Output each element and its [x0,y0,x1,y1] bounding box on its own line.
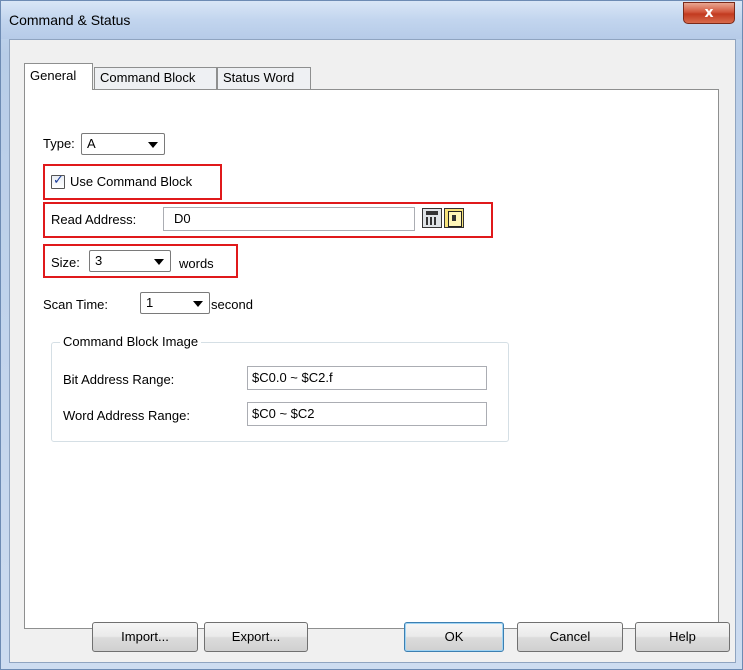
title-bar[interactable]: Command & Status x [1,1,742,39]
command-block-image-group [51,342,509,442]
command-block-image-title: Command Block Image [60,334,202,349]
export-button[interactable]: Export... [204,622,308,652]
tab-status-word[interactable]: Status Word [217,67,311,89]
close-icon: x [704,5,714,21]
type-label: Type: [43,136,75,151]
tab-command-block[interactable]: Command Block [94,67,217,89]
tab-status-word-label: Status Word [223,70,295,85]
cancel-button[interactable]: Cancel [517,622,623,652]
size-value: 3 [95,253,103,268]
size-select[interactable]: 3 [89,250,171,272]
bit-address-range-label: Bit Address Range: [63,372,175,387]
dialog-window: Command & Status x General Command Block… [0,0,743,670]
word-address-range-value: $C0 ~ $C2 [252,406,315,421]
use-command-block-checkbox[interactable]: ✓ [51,173,65,189]
chevron-down-icon [154,259,164,265]
use-command-block-label: Use Command Block [70,174,193,189]
close-button[interactable]: x [683,2,735,24]
word-address-range-field[interactable]: $C0 ~ $C2 [247,402,487,426]
scan-time-unit-label: second [211,297,253,312]
general-tab-panel: Type: A ✓ Use Command Block Read Address… [24,89,719,629]
bit-address-range-field[interactable]: $C0.0 ~ $C2.f [247,366,487,390]
calculator-icon[interactable] [422,208,442,228]
scan-time-label: Scan Time: [43,297,109,312]
size-unit-label: words [179,256,214,271]
tab-general[interactable]: General [24,63,93,90]
bit-address-range-value: $C0.0 ~ $C2.f [252,370,333,385]
tab-general-label: General [30,68,77,83]
read-address-value: D0 [174,211,191,226]
chevron-down-icon [193,301,203,307]
import-button[interactable]: Import... [92,622,198,652]
type-value: A [87,136,96,151]
scan-time-select[interactable]: 1 [140,292,210,314]
tag-address-icon[interactable] [444,208,464,228]
dialog-client-area: General Command Block Status Word Type: … [9,39,736,663]
ok-button[interactable]: OK [404,622,504,652]
read-address-input[interactable]: D0 [163,207,415,231]
size-label: Size: [51,255,80,270]
help-button[interactable]: Help [635,622,730,652]
tab-command-block-label: Command Block [100,70,196,85]
type-select[interactable]: A [81,133,165,155]
checkmark-icon: ✓ [53,173,64,188]
chevron-down-icon [148,142,158,148]
scan-time-value: 1 [146,295,154,310]
read-address-label: Read Address: [51,212,137,227]
word-address-range-label: Word Address Range: [63,408,190,423]
window-title: Command & Status [9,12,131,28]
